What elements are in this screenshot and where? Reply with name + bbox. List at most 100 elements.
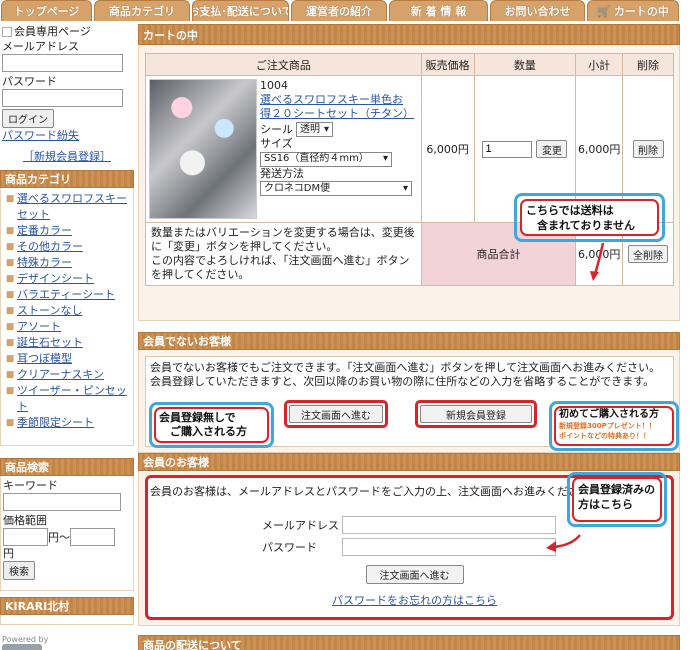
category-item[interactable]: ■ ストーンなし [3,303,131,319]
guest-header: 会員でないお客様 [138,332,680,350]
email-field[interactable] [2,54,123,72]
col-price: 販売価格 [420,53,475,76]
shipping-arrow-icon [590,242,605,281]
register-button[interactable]: 新規会員登録 [420,405,532,423]
product-cell: 1004 選べるスワロフスキー単色お得２０シートセット（チタン） シール 透明 ▾ … [145,75,422,223]
category-header: 商品カテゴリ [0,170,134,188]
seal-value: 透明 [300,123,320,135]
member-forgot-link[interactable]: パスワードをお忘れの方はこちら [332,594,497,607]
category-header-label: 商品カテゴリ [5,173,71,186]
keyword-label: キーワード [3,479,58,492]
col-subtotal: 小計 [575,53,624,76]
tab-label: お問い合わせ [504,5,571,18]
category-label: 季節限定シート [17,416,94,429]
delete-button[interactable]: 削除 [632,140,664,158]
sidebar: 会員専用ページ メールアドレス パスワード ログイン パスワード紛失 ［新規会員… [0,22,134,650]
guest-panel: 会員でないお客様でもご注文できます。「注文画面へ進む」ボタンを押して注文画面へお… [138,350,680,453]
dropdown-arrow-icon: ▾ [402,182,408,194]
shipping-select[interactable]: クロネコDM便 ▾ [260,181,412,196]
member-email-field[interactable] [342,516,556,534]
category-label: 選べるスワロフスキーセット [17,192,127,221]
bullet-icon: ■ [5,258,15,268]
guest-order-button[interactable]: 注文画面へ進む [289,405,383,423]
category-item[interactable]: ■ 特殊カラー [3,255,131,271]
category-item[interactable]: ■ ツイーザー・ピンセット [3,383,131,415]
category-item[interactable]: ■ 誕生石セット [3,335,131,351]
change-button[interactable]: 変更 [536,140,568,158]
tab-label: 商品カテゴリ [109,5,175,18]
cart-icon: 🛒 [597,4,611,18]
product-thumbnail[interactable] [149,79,257,219]
search-header-label: 商品検索 [5,461,49,474]
guest-callout-frame: 会員登録無しで ご購入される方 [149,402,274,448]
price-max-input[interactable] [70,528,115,546]
top-navigation: トップページ 商品カテゴリ お支払･配送について 運営者の紹介 新 着 情 報 … [0,0,700,21]
bullet-icon: ■ [5,418,15,428]
category-label: 誕生石セット [17,336,83,349]
tab-product-category[interactable]: 商品カテゴリ [94,0,190,21]
member-callout-frame: 会員登録済みの 方はこちら [567,472,667,527]
category-label: ツイーザー・ピンセット [17,384,127,413]
category-item[interactable]: ■ デザインシート [3,271,131,287]
cart-header-label: カートの中 [143,28,198,42]
register-link[interactable]: ［新規会員登録］ [2,149,132,164]
member-page-label: 会員専用ページ [14,25,91,38]
cart-table-header: ご注文商品 販売価格 数量 小計 削除 [145,53,674,76]
bullet-icon: ■ [5,274,15,284]
first-purchase-callout: 初めてご購入される方 新規登録300Pプレゼント！！ ポイントなどの特典あり！！ [554,406,674,446]
size-value: SS16（直径約４mm） [264,153,369,164]
tab-contact[interactable]: お問い合わせ [490,0,585,21]
category-item[interactable]: ■ バラエティーシート [3,287,131,303]
first-purchase-title: 初めてご購入される方 [559,409,659,420]
login-button[interactable]: ログイン [2,109,54,128]
tab-news[interactable]: 新 着 情 報 [389,0,488,21]
cart-panel: ご注文商品 販売価格 数量 小計 削除 1004 選べるスワロフスキー単色お得２… [138,45,680,321]
category-item[interactable]: ■ その他カラー [3,239,131,255]
bullet-icon: ■ [5,306,15,316]
seal-select[interactable]: 透明 ▾ [296,122,333,137]
first-purchase-callout-frame: 初めてご購入される方 新規登録300Pプレゼント！！ ポイントなどの特典あり！！ [549,401,679,451]
price-min-input[interactable] [3,528,48,546]
bullet-icon: ■ [5,242,15,252]
category-item[interactable]: ■ 耳つぼ模型 [3,351,131,367]
category-label: 特殊カラー [17,256,72,269]
category-label: 定番カラー [17,224,72,237]
size-select[interactable]: SS16（直径約４mm） ▾ [260,151,392,167]
tab-label: 新 着 情 報 [410,5,467,18]
delivery-header: 商品の配送について [138,635,680,650]
main-content: カートの中 ご注文商品 販売価格 数量 小計 削除 1004 選べるスワロフスキ… [138,22,680,650]
keyword-input[interactable] [3,493,121,511]
shop-box [0,615,134,625]
category-item[interactable]: ■ 定番カラー [3,223,131,239]
tab-label: お支払･配送について [192,5,289,18]
tab-cart[interactable]: 🛒 カートの中 [587,0,679,21]
col-product: ご注文商品 [145,53,422,76]
product-name-link[interactable]: 選べるスワロフスキー単色お得２０シートセット（チタン） [260,93,414,121]
tab-top-page[interactable]: トップページ [1,0,92,21]
member-order-button[interactable]: 注文画面へ進む [365,565,464,584]
tab-operator[interactable]: 運営者の紹介 [291,0,387,21]
tab-payment-shipping[interactable]: お支払･配送について [192,0,289,21]
powered-by: Powered by nso [0,635,134,650]
quantity-input[interactable] [482,140,533,158]
category-item[interactable]: ■ 季節限定シート [3,415,131,431]
delete-all-button[interactable]: 全削除 [628,245,669,263]
bullet-icon: ■ [5,338,15,348]
search-button[interactable]: 検索 [3,561,35,580]
member-password-field[interactable] [342,538,556,556]
email-label: メールアドレス [2,40,79,53]
password-field[interactable] [2,89,123,107]
guest-order-frame: 注文画面へ進む [284,400,388,428]
category-label: その他カラー [17,240,83,253]
forgot-password-link[interactable]: パスワード紛失 [2,128,132,143]
guest-callout: 会員登録無しで ご購入される方 [154,407,269,443]
category-item[interactable]: ■ クリアーナスキン [3,367,131,383]
category-item[interactable]: ■ 選べるスワロフスキーセット [3,191,131,223]
col-delete: 削除 [622,53,674,76]
member-header: 会員のお客様 [138,453,680,471]
member-email-label: メールアドレス [262,519,339,532]
cart-note: 数量またはバリエーションを変更する場合は、変更後に「変更」ボタンを押してください… [145,222,422,286]
category-item[interactable]: ■ アソート [3,319,131,335]
member-panel: 会員のお客様は、メールアドレスとパスワードをご入力の上、注文画面へお進みください… [138,471,680,626]
shipping-callout: こちらでは送料は 含まれておりません [520,199,659,236]
